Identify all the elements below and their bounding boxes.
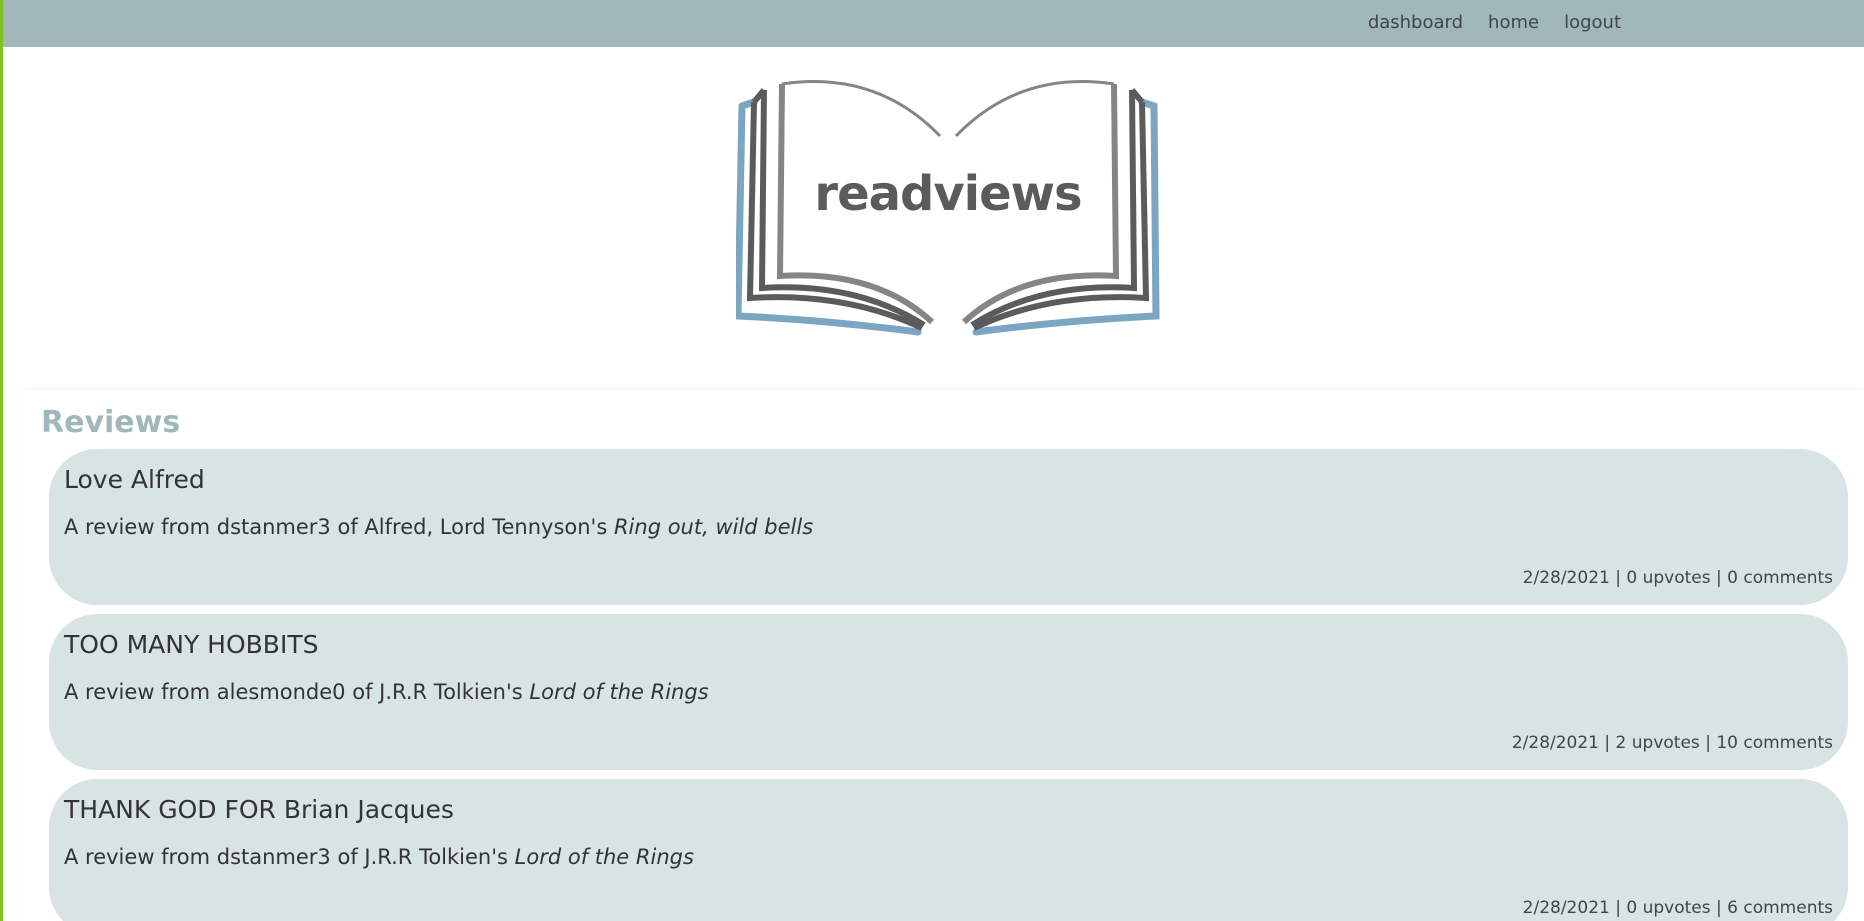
reviews-section: Reviews Love Alfred A review from dstanm… [22,390,1864,921]
review-meta: 2/28/2021 | 2 upvotes | 10 comments [1512,733,1833,753]
review-meta: 2/28/2021 | 0 upvotes | 6 comments [1523,898,1833,918]
left-accent-bar [0,0,3,921]
review-description: A review from dstanmer3 of Alfred, Lord … [64,515,813,539]
review-card[interactable]: Love Alfred A review from dstanmer3 of A… [49,449,1848,605]
review-upvotes: 0 upvotes [1626,898,1711,918]
review-date: 2/28/2021 [1522,898,1610,918]
review-title[interactable]: Love Alfred [64,465,205,494]
review-title[interactable]: THANK GOD FOR Brian Jacques [64,795,454,824]
review-username: dstanmer3 [216,845,331,869]
review-upvotes: 2 upvotes [1615,733,1700,753]
meta-separator: | [1615,898,1621,918]
review-comments: 10 comments [1716,733,1833,753]
review-prefix: A review from [64,845,211,869]
review-meta: 2/28/2021 | 0 upvotes | 0 comments [1523,568,1833,588]
review-list: Love Alfred A review from dstanmer3 of A… [49,449,1848,921]
review-description: A review from alesmonde0 of J.R.R Tolkie… [64,680,709,704]
review-username: dstanmer3 [216,515,331,539]
nav-logout-link[interactable]: logout [1564,12,1621,33]
review-book-title: Lord of the Rings [514,845,694,869]
review-of: of [337,845,358,869]
review-of: of [352,680,373,704]
nav-home-link[interactable]: home [1488,12,1539,33]
review-book-author: J.R.R Tolkien's [379,680,523,704]
review-book-title: Lord of the Rings [529,680,709,704]
review-username: alesmonde0 [216,680,346,704]
meta-separator: | [1604,733,1611,753]
review-description: A review from dstanmer3 of J.R.R Tolkien… [64,845,694,869]
page: dashboard home logout readviews Reviews [0,0,1864,921]
meta-separator: | [1705,733,1711,753]
review-card[interactable]: TOO MANY HOBBITS A review from alesmonde… [49,614,1848,770]
review-prefix: A review from [64,515,211,539]
review-date: 2/28/2021 [1511,733,1599,753]
review-upvotes: 0 upvotes [1626,568,1711,588]
meta-separator: | [1716,898,1722,918]
meta-separator: | [1716,568,1722,588]
readviews-logo[interactable]: readviews [736,70,1160,340]
review-book-title: Ring out, wild bells [613,515,814,539]
logo-text: readviews [814,166,1082,222]
main-nav: dashboard home logout [1343,0,1621,44]
review-prefix: A review from [64,680,211,704]
meta-separator: | [1615,568,1621,588]
review-comments: 0 comments [1727,568,1833,588]
review-of: of [337,515,358,539]
review-comments: 6 comments [1727,898,1833,918]
section-title: Reviews [41,405,181,440]
nav-dashboard-link[interactable]: dashboard [1368,12,1463,33]
review-card[interactable]: THANK GOD FOR Brian Jacques A review fro… [49,779,1848,921]
review-date: 2/28/2021 [1522,568,1610,588]
review-title[interactable]: TOO MANY HOBBITS [64,630,318,659]
review-book-author: J.R.R Tolkien's [364,845,508,869]
review-book-author: Alfred, Lord Tennyson's [364,515,608,539]
top-nav-bar: dashboard home logout [3,0,1864,47]
